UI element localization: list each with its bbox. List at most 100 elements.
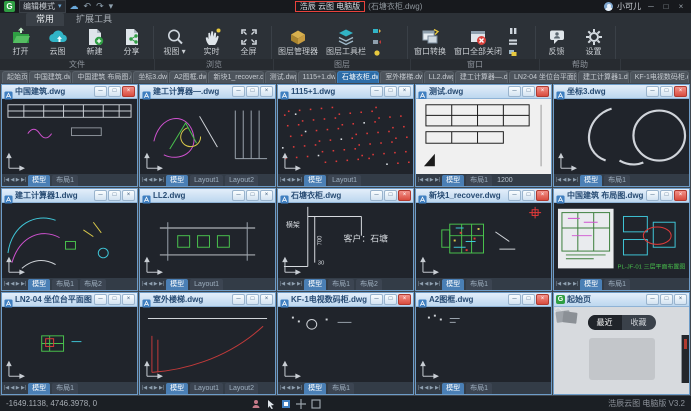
child-window-maximize-button[interactable]: □ (522, 86, 535, 97)
child-window-close-button[interactable]: × (122, 86, 135, 97)
layout-tab[interactable]: 模型 (166, 383, 188, 394)
layout-tab[interactable]: 模型 (166, 279, 188, 290)
tab-nav-arrows[interactable]: |◀ ◀ ▶ ▶| (142, 281, 164, 287)
child-window-minimize-button[interactable]: ─ (370, 86, 383, 97)
child-window-maximize-button[interactable]: □ (108, 294, 121, 305)
child-window-close-button[interactable]: × (536, 86, 549, 97)
child-window-maximize-button[interactable]: □ (660, 86, 673, 97)
layout-tab[interactable]: 布局1 (328, 383, 354, 394)
layout-tab[interactable]: Layout1 (190, 279, 223, 290)
layout-tab[interactable]: 模型 (28, 175, 50, 186)
doc-tab[interactable]: 中国建筑 布局图.dwg (72, 71, 132, 83)
grid-toggle-icon[interactable] (311, 399, 321, 409)
child-window-minimize-button[interactable]: ─ (370, 190, 383, 201)
child-window-minimize-button[interactable]: ─ (94, 190, 107, 201)
cursor-select-icon[interactable] (266, 399, 276, 409)
drawing-canvas[interactable] (2, 203, 137, 278)
child-window-close-button[interactable]: × (260, 190, 273, 201)
window-titlebar[interactable]: 建工计算器1.dwg ─□× (2, 189, 137, 203)
mode-selector[interactable]: 编辑模式 ▾ (19, 0, 66, 13)
layout-tab[interactable]: 模型 (442, 383, 464, 394)
drawing-canvas[interactable]: PL-JF-01 三层平面布置图 (554, 203, 689, 278)
window-titlebar[interactable]: LL2.dwg ─□× (140, 189, 275, 203)
child-window-minimize-button[interactable]: ─ (370, 294, 383, 305)
tab-nav-arrows[interactable]: |◀ ◀ ▶ ▶| (418, 385, 440, 391)
drawing-canvas[interactable] (416, 307, 551, 382)
window-titlebar[interactable]: 建工计算器—.dwg ─□× (140, 85, 275, 99)
layout-tab[interactable]: 模型 (580, 279, 602, 290)
drawing-canvas[interactable] (2, 307, 137, 382)
child-window-maximize-button[interactable]: □ (246, 294, 259, 305)
layout-tab[interactable]: 布局1 (52, 383, 78, 394)
window-titlebar[interactable]: 新块1_recover.dwg ─□× (416, 189, 551, 203)
doc-tab[interactable]: 石塘衣柜.dwg (337, 71, 379, 83)
window-titlebar[interactable]: G 起始页 ─□× (554, 293, 689, 307)
drawing-canvas[interactable]: 最近收藏 (554, 307, 689, 394)
child-window-minimize-button[interactable]: ─ (646, 294, 659, 305)
doc-tab[interactable]: 坐标3.dwg (133, 71, 168, 83)
child-window-close-button[interactable]: × (674, 190, 687, 201)
window-titlebar[interactable]: 测试.dwg ─□× (416, 85, 551, 99)
layout-tab[interactable]: 模型 (304, 279, 326, 290)
layout-tab[interactable]: 布局1 (466, 279, 492, 290)
tab-nav-arrows[interactable]: |◀ ◀ ▶ ▶| (142, 177, 164, 183)
layout-tab[interactable]: Layout1 (190, 383, 223, 394)
fullscreen-button[interactable]: 全屏 (230, 26, 267, 56)
tab-nav-arrows[interactable]: |◀ ◀ ▶ ▶| (280, 385, 302, 391)
recent-file-thumbnail[interactable] (589, 338, 655, 380)
child-window-minimize-button[interactable]: ─ (508, 190, 521, 201)
layout-tab[interactable]: 模型 (28, 383, 50, 394)
doc-tab[interactable]: 新块1_recover.dwg (208, 71, 263, 83)
layout-tab[interactable]: 布局1 (328, 279, 354, 290)
layer-toolbar-button[interactable]: 图层工具栏 (322, 26, 370, 56)
layout-tab[interactable]: Layout1 (190, 175, 223, 186)
view-button[interactable]: 视图 ▾ (156, 26, 193, 56)
doc-tab[interactable]: 室外楼梯.dwg (380, 71, 422, 83)
layout-tab[interactable]: 模型 (166, 175, 188, 186)
drawing-canvas[interactable] (278, 307, 413, 382)
tab-nav-arrows[interactable]: |◀ ◀ ▶ ▶| (418, 177, 440, 183)
cloud-button[interactable]: 云图 (39, 26, 76, 56)
doc-tab[interactable]: 起始页 (2, 71, 28, 83)
layout-tab[interactable]: 模型 (304, 383, 326, 394)
new-button[interactable]: 新建 (76, 26, 113, 56)
drawing-canvas[interactable] (2, 99, 137, 174)
layout-tab[interactable]: 模型 (580, 175, 602, 186)
tab-nav-arrows[interactable]: |◀ ◀ ▶ ▶| (280, 281, 302, 287)
doc-tab[interactable]: 建工计算器1.dwg (578, 71, 629, 83)
tab-nav-arrows[interactable]: |◀ ◀ ▶ ▶| (4, 281, 26, 287)
drawing-canvas[interactable] (554, 99, 689, 174)
layout-tab[interactable]: Layout2 (225, 383, 258, 394)
child-window-maximize-button[interactable]: □ (522, 294, 535, 305)
layout-tab[interactable]: 模型 (442, 175, 464, 186)
tile-vertical-icon[interactable] (508, 27, 518, 35)
child-window-maximize-button[interactable]: □ (660, 190, 673, 201)
close-button[interactable]: × (675, 2, 687, 11)
tile-horizontal-icon[interactable] (508, 38, 518, 46)
window-titlebar[interactable]: 室外楼梯.dwg ─□× (140, 293, 275, 307)
window-switch-button[interactable]: 窗口转换 (410, 26, 450, 56)
child-window-maximize-button[interactable]: □ (660, 294, 673, 305)
child-window-close-button[interactable]: × (398, 294, 411, 305)
doc-tab[interactable]: 测试.dwg (265, 71, 297, 83)
layer-off-icon[interactable] (372, 38, 382, 46)
window-titlebar[interactable]: 1115+1.dwg ─□× (278, 85, 413, 99)
child-window-maximize-button[interactable]: □ (384, 294, 397, 305)
child-window-minimize-button[interactable]: ─ (646, 86, 659, 97)
settings-button[interactable]: 设置 (575, 26, 612, 56)
child-window-minimize-button[interactable]: ─ (232, 190, 245, 201)
child-window-close-button[interactable]: × (122, 294, 135, 305)
crosshair-toggle-icon[interactable] (296, 399, 306, 409)
window-titlebar[interactable]: KF-1电视数码柜.dwg ─□× (278, 293, 413, 307)
layout-tab[interactable]: 模型 (304, 175, 326, 186)
drawing-canvas[interactable] (140, 99, 275, 174)
child-window-maximize-button[interactable]: □ (522, 190, 535, 201)
tab-nav-arrows[interactable]: |◀ ◀ ▶ ▶| (280, 177, 302, 183)
child-window-close-button[interactable]: × (398, 190, 411, 201)
layer-manager-button[interactable]: 图层管理器 (274, 26, 322, 56)
favorites-tab[interactable]: 收藏 (622, 315, 656, 330)
drawing-canvas[interactable] (416, 99, 551, 174)
child-window-close-button[interactable]: × (536, 190, 549, 201)
username[interactable]: 小可儿 (617, 1, 641, 12)
doc-tab[interactable]: LN2-04 坐位台平面图.dwg (509, 71, 577, 83)
